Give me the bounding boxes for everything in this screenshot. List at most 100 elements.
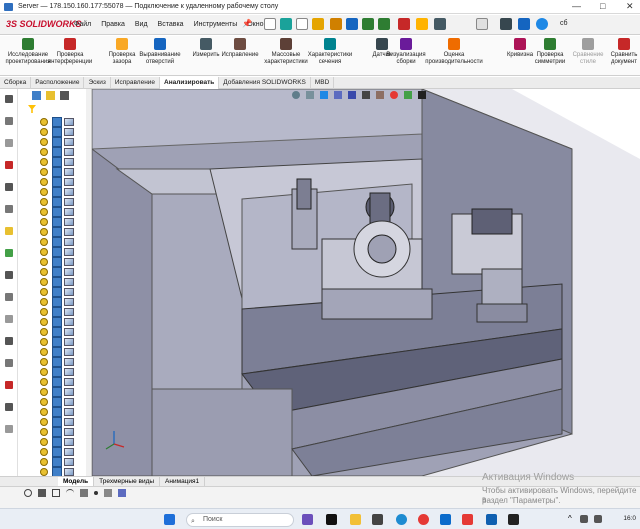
network-icon[interactable] <box>580 515 588 523</box>
menu-tools[interactable]: Инструменты <box>194 21 238 28</box>
options-icon[interactable] <box>362 18 374 30</box>
tree-item[interactable] <box>40 137 74 147</box>
tree-item[interactable] <box>40 117 74 127</box>
ribbon-button-14[interactable]: Сравнить документ <box>604 38 640 74</box>
tree-item[interactable] <box>40 217 74 227</box>
zoom-area-icon[interactable] <box>306 91 314 99</box>
teams-icon[interactable] <box>326 514 337 525</box>
tree-item[interactable] <box>40 437 74 447</box>
text-tool-icon[interactable] <box>104 489 112 497</box>
tab-3d-views[interactable]: Трехмерные виды <box>94 477 161 486</box>
sketch-tool-icon[interactable] <box>5 139 13 147</box>
hide-show-icon[interactable] <box>376 91 384 99</box>
tree-item[interactable] <box>40 287 74 297</box>
line-tool-icon[interactable] <box>38 489 46 497</box>
sketch-tool-icon[interactable] <box>5 249 13 257</box>
sketch-tool-icon[interactable] <box>5 227 13 235</box>
volume-icon[interactable] <box>594 515 602 523</box>
display-icon[interactable] <box>500 18 512 30</box>
sketch-tool-icon[interactable] <box>5 271 13 279</box>
graphics-area[interactable] <box>92 89 640 476</box>
pin-icon[interactable]: 📌 <box>242 19 252 28</box>
minimize-button[interactable]: — <box>572 1 581 11</box>
tree-item[interactable] <box>40 347 74 357</box>
ribbon-button-12[interactable]: Проверка симметрии <box>530 38 570 74</box>
sketch-tool-icon[interactable] <box>5 359 13 367</box>
redo-icon[interactable] <box>378 18 390 30</box>
tree-item[interactable] <box>40 377 74 387</box>
tab-animation[interactable]: Анимация1 <box>160 477 206 486</box>
tree-item[interactable] <box>40 177 74 187</box>
tree-item[interactable] <box>40 227 74 237</box>
previous-view-icon[interactable] <box>320 91 328 99</box>
store-icon[interactable] <box>440 514 451 525</box>
tree-item[interactable] <box>40 277 74 287</box>
start-menu-icon[interactable] <box>164 514 175 525</box>
help-icon[interactable] <box>518 18 530 30</box>
trim-tool-icon[interactable] <box>118 489 126 497</box>
ribbon-button-2[interactable]: Проверка зазора <box>102 38 142 74</box>
scene-icon[interactable] <box>404 91 412 99</box>
ribbon-button-5[interactable]: Исправление <box>220 38 260 74</box>
tab-mbd[interactable]: MBD <box>311 77 335 89</box>
view-orientation-icon[interactable] <box>348 91 356 99</box>
tree-item[interactable] <box>40 257 74 267</box>
property-tab-icon[interactable] <box>46 91 55 100</box>
ribbon-button-9[interactable]: Визуализация сборки <box>386 38 426 74</box>
view-settings-icon[interactable] <box>418 91 426 99</box>
tree-item[interactable] <box>40 267 74 277</box>
spline-tool-icon[interactable] <box>80 489 88 497</box>
app-red-icon[interactable] <box>462 514 473 525</box>
tree-item[interactable] <box>40 447 74 457</box>
tray-chevron-icon[interactable]: ^ <box>568 514 572 523</box>
sketch-tool-icon[interactable] <box>5 95 13 103</box>
sketch-tool-icon[interactable] <box>5 315 13 323</box>
nav-arrows[interactable] <box>0 477 58 486</box>
globe-icon[interactable] <box>536 18 548 30</box>
feature-tree-tab-icon[interactable] <box>32 91 41 100</box>
menu-file[interactable]: Файл <box>74 21 91 28</box>
sketch-tool-icon[interactable] <box>5 337 13 345</box>
taskbar-search-input[interactable]: ⌕ Поиск <box>186 513 294 527</box>
tab-assembly[interactable]: Сборка <box>0 77 32 89</box>
ribbon-button-7[interactable]: Характеристики сечения <box>308 38 352 74</box>
tab-analyze[interactable]: Анализировать <box>160 77 220 89</box>
section-view-icon[interactable] <box>334 91 342 99</box>
config-tab-icon[interactable] <box>60 91 69 100</box>
tree-item[interactable] <box>40 327 74 337</box>
tab-repair[interactable]: Исправление <box>111 77 161 89</box>
edge-icon[interactable] <box>396 514 407 525</box>
tree-item[interactable] <box>40 307 74 317</box>
command-search-partial[interactable]: сб <box>560 20 568 27</box>
select-pointer-icon[interactable] <box>476 18 488 30</box>
view-settings-icon[interactable] <box>398 18 410 30</box>
appearance-icon[interactable] <box>390 91 398 99</box>
sketch-tool-icon[interactable] <box>5 183 13 191</box>
sketch-tool-icon[interactable] <box>5 161 13 169</box>
tree-item[interactable] <box>40 337 74 347</box>
close-button[interactable]: ✕ <box>626 1 634 12</box>
tree-item[interactable] <box>40 417 74 427</box>
menu-edit[interactable]: Правка <box>101 21 125 28</box>
widgets-icon[interactable] <box>302 514 313 525</box>
sketch-tool-icon[interactable] <box>5 205 13 213</box>
app-icon[interactable] <box>372 514 383 525</box>
tab-sketch[interactable]: Эскиз <box>84 77 111 89</box>
chrome-icon[interactable] <box>418 514 429 525</box>
tree-item[interactable] <box>40 157 74 167</box>
tree-scrollbar[interactable] <box>86 89 91 476</box>
sketch-tool-icon[interactable] <box>5 293 13 301</box>
tree-item[interactable] <box>40 387 74 397</box>
undo-icon[interactable] <box>330 18 342 30</box>
sketch-tool-icon[interactable] <box>5 381 13 389</box>
sketch-tool-icon[interactable] <box>5 117 13 125</box>
maximize-button[interactable]: □ <box>600 1 605 11</box>
tree-item[interactable] <box>40 237 74 247</box>
tree-item[interactable] <box>40 397 74 407</box>
remote-desktop-icon[interactable] <box>486 514 497 525</box>
rectangle-tool-icon[interactable] <box>52 489 60 497</box>
tree-item[interactable] <box>40 317 74 327</box>
tree-item[interactable] <box>40 357 74 367</box>
point-tool-icon[interactable] <box>94 491 98 495</box>
ribbon-button-13[interactable]: Сравнение стиле <box>568 38 608 74</box>
